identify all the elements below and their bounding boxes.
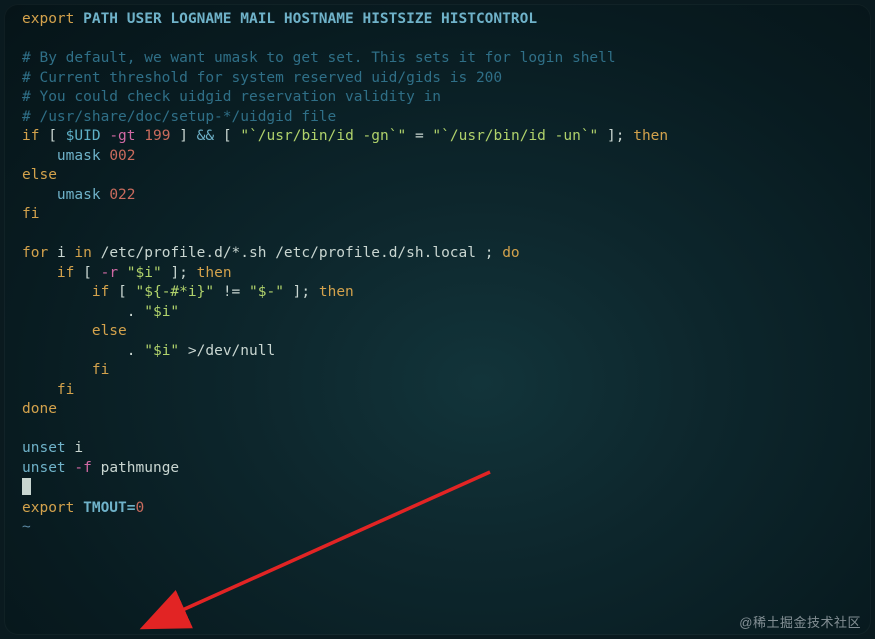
var-i: i — [57, 245, 66, 261]
var-uid: $UID — [66, 128, 101, 144]
cmd-umask: umask — [57, 187, 101, 203]
arg: pathmunge — [101, 460, 180, 476]
comment: # Current threshold for system reserved … — [22, 70, 502, 86]
kw-export: export — [22, 500, 83, 516]
comment: # /usr/share/doc/setup-*/uidgid file — [22, 109, 336, 125]
flag-r: -r — [101, 265, 118, 281]
source-dot: . — [127, 343, 144, 359]
kw-fi: fi — [22, 206, 39, 222]
num: 199 — [144, 128, 170, 144]
cmd-umask: umask — [57, 148, 101, 164]
string: "$i" — [144, 304, 179, 320]
cursor — [22, 478, 31, 495]
num: 022 — [109, 187, 135, 203]
kw-if: if — [22, 128, 39, 144]
kw-export: export — [22, 11, 83, 27]
source-dot: . — [127, 304, 144, 320]
kw-fi: fi — [57, 382, 74, 398]
kw-fi: fi — [92, 362, 109, 378]
kw-else: else — [92, 323, 127, 339]
op-and: && — [197, 128, 214, 144]
string: "`/usr/bin/id -un`" — [432, 128, 598, 144]
vim-tilde: ~ — [22, 519, 31, 535]
env-vars: PATH USER LOGNAME MAIL HOSTNAME HISTSIZE… — [83, 11, 537, 27]
var-tmout: TMOUT= — [83, 500, 135, 516]
kw-then: then — [633, 128, 668, 144]
watermark: @稀土掘金技术社区 — [739, 612, 861, 631]
kw-then: then — [319, 284, 354, 300]
path-devnull: /dev/null — [197, 343, 276, 359]
string: "`/usr/bin/id -gn`" — [240, 128, 406, 144]
arg: i — [74, 440, 83, 456]
kw-else: else — [22, 167, 57, 183]
code-block: export PATH USER LOGNAME MAIL HOSTNAME H… — [22, 10, 853, 538]
flag-f: -f — [74, 460, 91, 476]
kw-if: if — [57, 265, 74, 281]
kw-do: do — [502, 245, 519, 261]
string: "$-" — [249, 284, 284, 300]
kw-then: then — [197, 265, 232, 281]
string: "${-#*i}" — [136, 284, 215, 300]
redirect: > — [179, 343, 196, 359]
num: 002 — [109, 148, 135, 164]
cmd-unset: unset — [22, 460, 66, 476]
string: "$i" — [127, 265, 162, 281]
num-zero: 0 — [136, 500, 145, 516]
kw-done: done — [22, 401, 57, 417]
kw-for: for — [22, 245, 48, 261]
string: "$i" — [144, 343, 179, 359]
comment: # By default, we want umask to get set. … — [22, 50, 616, 66]
terminal-window[interactable]: export PATH USER LOGNAME MAIL HOSTNAME H… — [4, 4, 871, 635]
path-glob: /etc/profile.d/*.sh /etc/profile.d/sh.lo… — [101, 245, 485, 261]
kw-in: in — [74, 245, 91, 261]
flag-gt: -gt — [109, 128, 135, 144]
cmd-unset: unset — [22, 440, 66, 456]
kw-if: if — [92, 284, 109, 300]
comment: # You could check uidgid reservation val… — [22, 89, 441, 105]
